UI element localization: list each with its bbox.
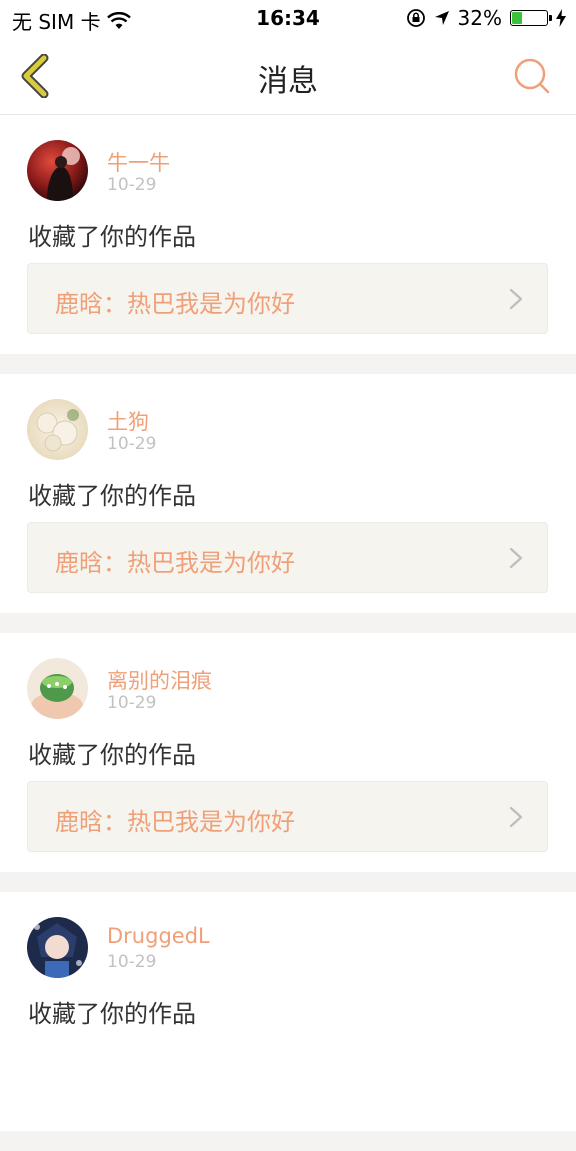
message-action: 收藏了你的作品	[28, 741, 196, 769]
username[interactable]: 离别的泪痕	[107, 665, 212, 695]
chevron-right-icon	[509, 288, 523, 310]
battery-percent: 32%	[457, 6, 502, 30]
work-link[interactable]: 鹿晗：热巴我是为你好	[27, 522, 548, 593]
battery-level-fill	[512, 12, 523, 24]
lock-rotation-icon	[406, 9, 425, 27]
chevron-right-icon	[509, 547, 523, 569]
message-list: 牛一牛 10-29 收藏了你的作品 鹿晗：热巴我是为你好 土狗 10-29 收藏…	[0, 115, 576, 1151]
work-title: 鹿晗：热巴我是为你好	[55, 290, 295, 318]
status-right: 32%	[406, 6, 566, 30]
work-title: 鹿晗：热巴我是为你好	[55, 549, 295, 577]
username[interactable]: 牛一牛	[107, 147, 170, 177]
page-title: 消息	[258, 64, 318, 99]
charging-icon	[556, 9, 566, 27]
message-date: 10-29	[107, 434, 157, 454]
message-card[interactable]: 离别的泪痕 10-29 收藏了你的作品 鹿晗：热巴我是为你好	[0, 633, 576, 872]
nav-bar: 消息	[0, 38, 576, 115]
message-card[interactable]: DruggedL 10-29 收藏了你的作品	[0, 892, 576, 1131]
username[interactable]: 土狗	[107, 406, 149, 436]
work-link[interactable]: 鹿晗：热巴我是为你好	[27, 263, 548, 334]
search-icon[interactable]	[512, 56, 552, 96]
username[interactable]: DruggedL	[107, 924, 210, 948]
message-action: 收藏了你的作品	[28, 223, 196, 251]
work-title: 鹿晗：热巴我是为你好	[55, 808, 295, 836]
message-card[interactable]: 土狗 10-29 收藏了你的作品 鹿晗：热巴我是为你好	[0, 374, 576, 613]
avatar[interactable]	[27, 399, 88, 460]
avatar[interactable]	[27, 140, 88, 201]
location-icon	[434, 11, 449, 25]
message-date: 10-29	[107, 175, 157, 195]
chevron-right-icon	[509, 806, 523, 828]
avatar[interactable]	[27, 658, 88, 719]
status-bar: 无 SIM 卡 16:34 32%	[0, 0, 576, 38]
work-link[interactable]: 鹿晗：热巴我是为你好	[27, 781, 548, 852]
avatar[interactable]	[27, 917, 88, 978]
message-action: 收藏了你的作品	[28, 482, 196, 510]
message-date: 10-29	[107, 952, 157, 972]
message-date: 10-29	[107, 693, 157, 713]
battery-icon	[510, 10, 552, 26]
message-card[interactable]: 牛一牛 10-29 收藏了你的作品 鹿晗：热巴我是为你好	[0, 115, 576, 354]
